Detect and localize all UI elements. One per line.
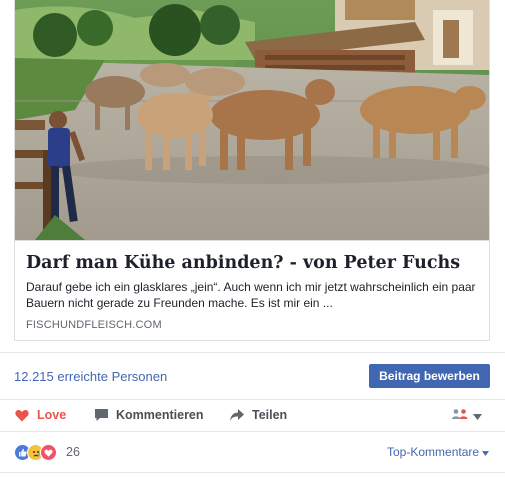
promote-post-button[interactable]: Beitrag bewerben — [369, 364, 490, 388]
link-description: Darauf gebe ich ein glasklares „jein“. A… — [26, 280, 476, 310]
reach-row: 12.215 erreichte Personen Beitrag bewerb… — [0, 353, 505, 399]
friends-icon — [451, 407, 469, 425]
comment-sort-label: Top-Kommentare — [387, 445, 480, 459]
divider — [0, 472, 505, 473]
link-preview-text[interactable]: Darf man Kühe anbinden? - von Peter Fuch… — [15, 240, 489, 340]
reaction-icons[interactable] — [14, 444, 57, 461]
link-preview-image[interactable] — [15, 0, 489, 240]
chevron-down-icon — [473, 407, 482, 425]
love-reaction-icon — [40, 444, 57, 461]
share-button[interactable]: Teilen — [229, 406, 287, 424]
chevron-down-icon — [482, 445, 490, 459]
link-domain: FISCHUNDFLEISCH.COM — [26, 319, 162, 331]
comment-sort-dropdown[interactable]: Top-Kommentare — [387, 445, 490, 459]
reach-count-link[interactable]: 12.215 erreichte Personen — [14, 369, 167, 384]
reaction-count[interactable]: 26 — [66, 445, 80, 459]
link-title[interactable]: Darf man Kühe anbinden? - von Peter Fuch… — [26, 253, 481, 273]
comment-label: Kommentieren — [116, 408, 204, 422]
heart-icon — [14, 407, 30, 423]
comment-button[interactable]: Kommentieren — [93, 406, 204, 424]
audience-selector[interactable] — [451, 408, 482, 424]
post-actions-bar: Love Kommentieren Teilen — [0, 400, 505, 431]
share-label: Teilen — [252, 408, 288, 422]
comment-icon — [93, 407, 109, 423]
link-preview-card[interactable]: Darf man Kühe anbinden? - von Peter Fuch… — [14, 0, 490, 341]
share-icon — [229, 407, 245, 423]
love-button[interactable]: Love — [14, 406, 66, 424]
reactions-summary: 26 Top-Kommentare — [0, 432, 505, 472]
love-label: Love — [37, 408, 67, 422]
